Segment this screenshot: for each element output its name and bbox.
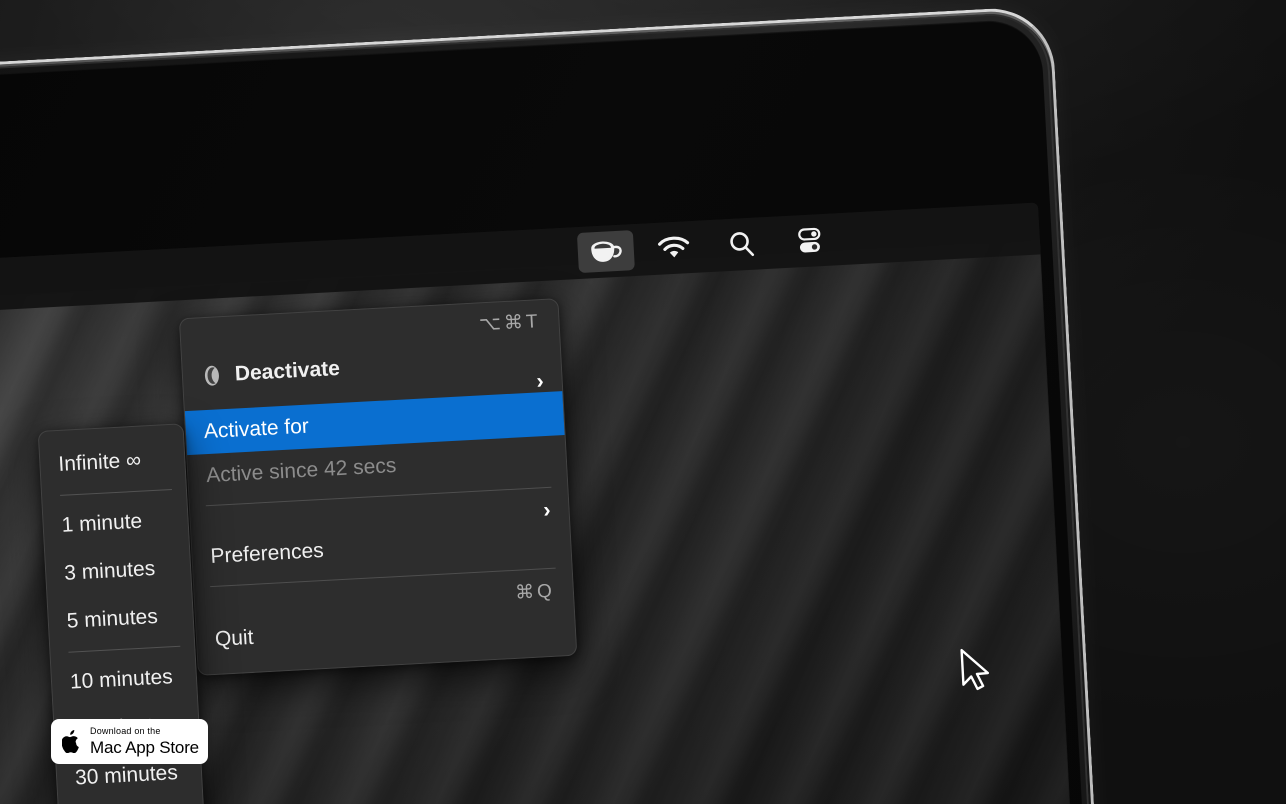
macbook-device: ⌥⌘T Deactivate › Activate for Active sin… <box>0 5 1112 804</box>
submenu-item-3-minutes[interactable]: 3 minutes <box>45 543 191 599</box>
submenu-item-infinite[interactable]: Infinite ∞ <box>39 434 185 490</box>
submenu-item-label: 30 minutes <box>74 761 179 790</box>
menubar-item-spotlight[interactable] <box>713 223 771 266</box>
search-icon <box>727 230 756 259</box>
menubar-item-control-center[interactable] <box>781 219 839 262</box>
menu-item-preferences-label: Preferences <box>209 539 325 568</box>
deactivate-shortcut: ⌥⌘T <box>478 310 542 335</box>
submenu-item-label: Infinite ∞ <box>57 448 142 476</box>
submenu-item-label: 3 minutes <box>63 556 156 585</box>
submenu-item-10-minutes[interactable]: 10 minutes <box>51 652 197 708</box>
apple-logo-icon <box>61 730 81 754</box>
submenu-separator-1 <box>60 488 172 496</box>
laptop-screen: ⌥⌘T Deactivate › Activate for Active sin… <box>0 202 1088 804</box>
submenu-item-label: 1 minute <box>61 509 143 537</box>
chevron-right-icon: › <box>535 368 545 394</box>
menubar-item-wifi[interactable] <box>645 226 703 269</box>
menubar-item-caffeine[interactable] <box>576 230 635 274</box>
wifi-icon <box>657 234 690 262</box>
app-store-badge-line2: Mac App Store <box>90 738 199 757</box>
submenu-item-label: 10 minutes <box>69 665 174 694</box>
coffee-bean-icon <box>200 364 223 387</box>
app-store-badge-text: Download on the Mac App Store <box>90 726 199 757</box>
caffeine-main-menu: ⌥⌘T Deactivate › Activate for Active sin… <box>37 298 990 804</box>
control-center-icon <box>795 226 824 255</box>
mac-app-store-badge[interactable]: Download on the Mac App Store <box>51 719 208 764</box>
app-store-badge-line1: Download on the <box>90 726 161 736</box>
coffee-cup-icon <box>588 237 623 267</box>
submenu-separator-2 <box>68 645 181 653</box>
submenu-item-label: 5 minutes <box>66 604 159 633</box>
submenu-item-5-minutes[interactable]: 5 minutes <box>48 591 194 647</box>
menu-item-active-since-label: Active since 42 secs <box>205 454 397 488</box>
screenshot-stage: ⌥⌘T Deactivate › Activate for Active sin… <box>0 0 1286 804</box>
submenu-item-1-minute[interactable]: 1 minute <box>42 495 188 551</box>
menu-item-quit-label: Quit <box>214 625 255 651</box>
